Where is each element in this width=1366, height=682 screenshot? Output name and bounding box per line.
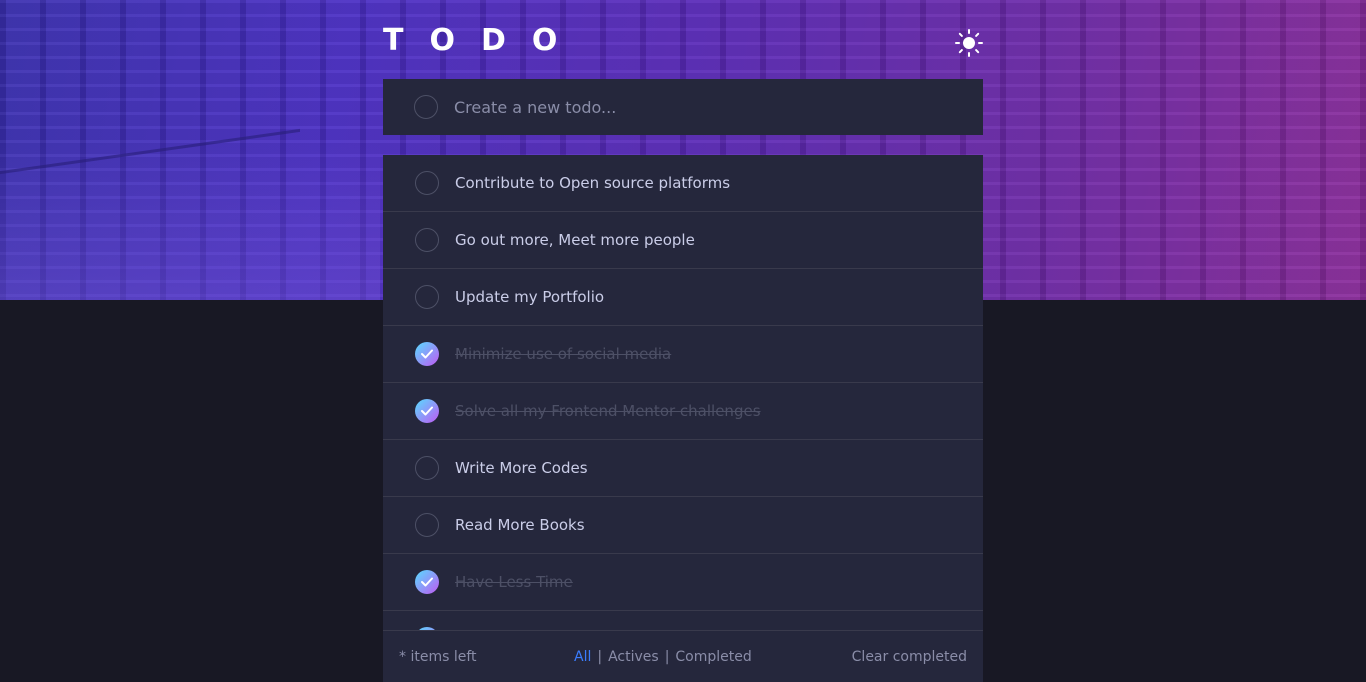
filter-completed-button[interactable]: Completed [675,649,751,665]
todo-item[interactable]: Solve all my Frontend Mentor challenges [383,383,983,440]
filter-active-button[interactable]: Actives [608,649,659,665]
todo-unchecked-toggle[interactable] [415,171,439,195]
todo-footer: * items left All | Actives | Completed C… [383,630,983,682]
new-todo-circle-icon [414,95,438,119]
todo-item-text: Minimize use of social media [455,345,672,363]
todo-item-text: Write More Codes [455,459,588,477]
todo-item-text: Have Less Time [455,573,573,591]
sun-icon [955,29,983,57]
todo-item-text: Read More Books [455,516,585,534]
todo-item[interactable]: Minimize use of social media [383,326,983,383]
page-title: TODO [383,23,584,58]
new-todo-bar [383,79,983,135]
new-todo-input[interactable] [452,96,932,118]
todo-item-text: Update my Portfolio [455,288,605,306]
todo-unchecked-toggle[interactable] [415,285,439,309]
todo-item[interactable]: Update my Portfolio [383,269,983,326]
todo-item-text: Go out more, Meet more people [455,231,695,249]
check-icon [421,577,433,587]
clear-completed-button[interactable]: Clear completed [852,649,967,665]
todo-item-text: Solve all my Frontend Mentor challenges [455,402,761,420]
filter-all-button[interactable]: All [574,649,591,665]
check-icon [421,349,433,359]
todo-item[interactable]: Go out more, Meet more people [383,212,983,269]
todo-item-text: Contribute to Open source platforms [455,174,731,192]
theme-toggle-button[interactable] [954,28,984,58]
filter-separator: | [664,648,670,665]
todo-unchecked-toggle[interactable] [415,513,439,537]
check-icon [421,406,433,416]
filter-separator: | [597,648,603,665]
todo-item[interactable]: Write More Codes [383,440,983,497]
todo-list: Contribute to Open source platforms Go ou… [383,155,983,630]
todo-checked-toggle[interactable] [415,570,439,594]
todo-checked-toggle[interactable] [415,342,439,366]
todo-unchecked-toggle[interactable] [415,456,439,480]
filter-group: All | Actives | Completed [574,649,752,665]
todo-item[interactable]: Read More Books [383,497,983,554]
todo-item[interactable]: Have Less Time [383,554,983,611]
todo-unchecked-toggle[interactable] [415,228,439,252]
todo-item-partial [383,611,983,630]
todo-item[interactable]: Contribute to Open source platforms [383,155,983,212]
items-left-count: * items left [399,648,477,665]
todo-checked-toggle[interactable] [415,399,439,423]
